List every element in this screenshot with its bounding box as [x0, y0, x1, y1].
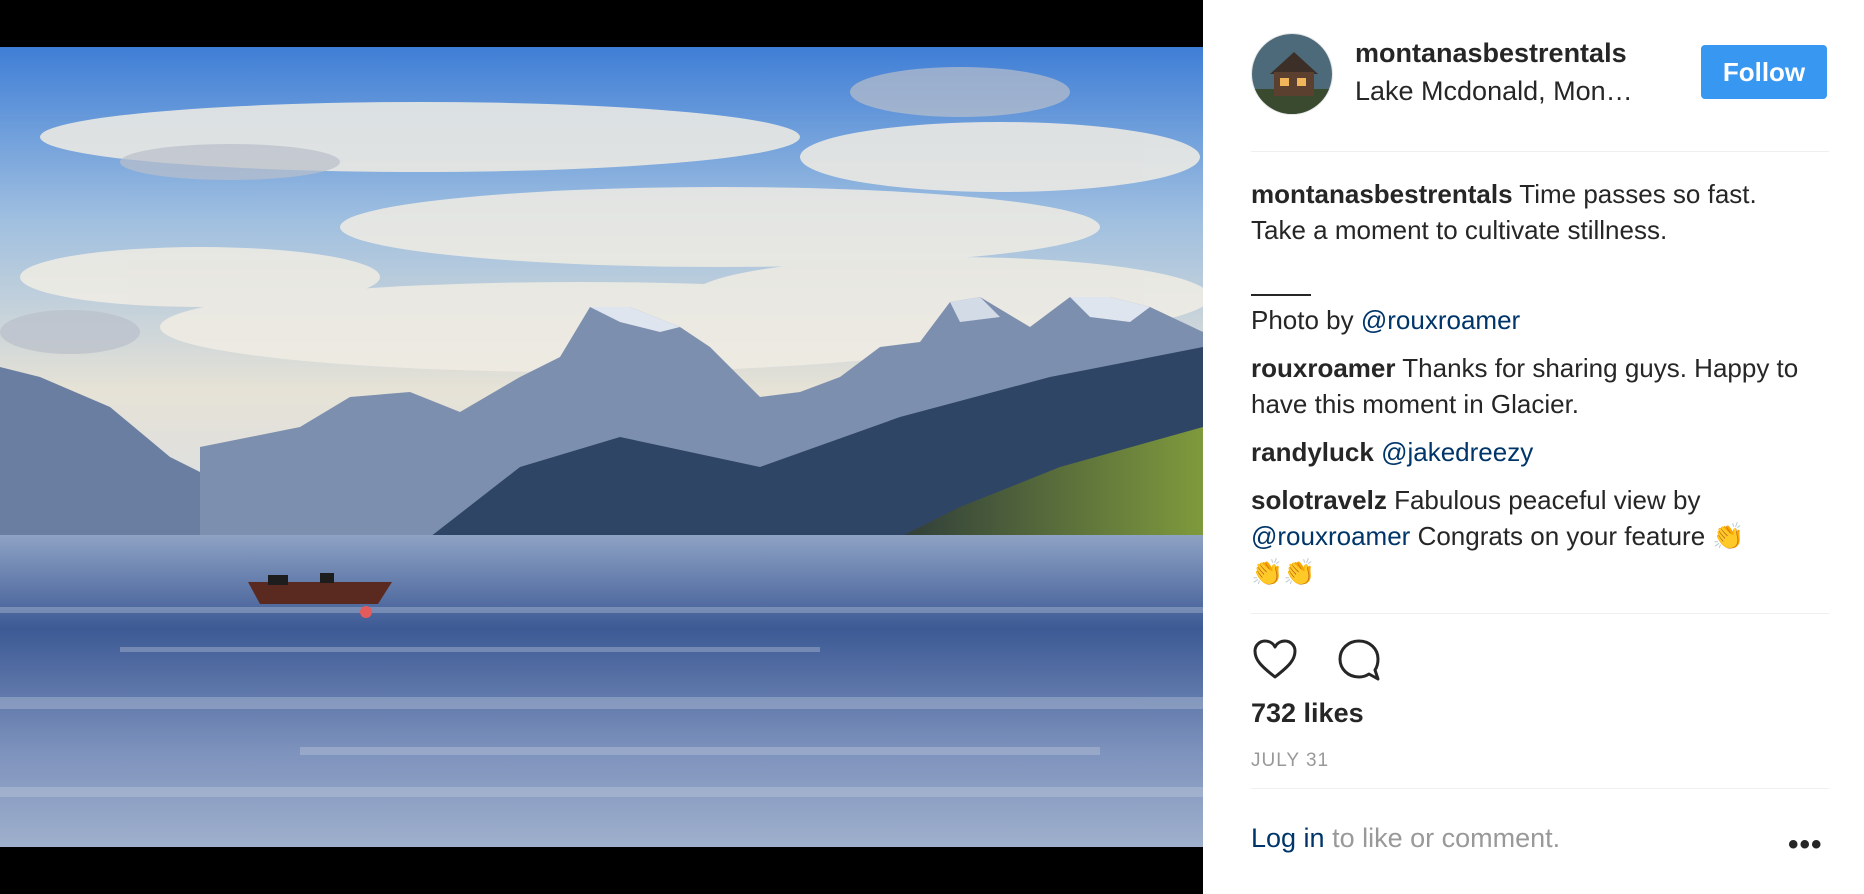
- location-link[interactable]: Lake Mcdonald, Mon…: [1355, 76, 1665, 107]
- post-details-panel: montanasbestrentals Lake Mcdonald, Mon… …: [1203, 0, 1864, 894]
- divider: [1251, 151, 1829, 152]
- comment-icon[interactable]: [1335, 636, 1383, 684]
- clap-emoji-pair: 👏👏: [1251, 557, 1316, 587]
- comment-mention[interactable]: @rouxroamer: [1251, 521, 1410, 551]
- avatar[interactable]: [1251, 33, 1333, 115]
- caption-text-line2: Take a moment to cultivate stillness.: [1251, 215, 1668, 245]
- divider: [1251, 613, 1829, 614]
- comment-item: solotravelz Fabulous peaceful view by @r…: [1251, 482, 1831, 590]
- post-photo[interactable]: [0, 0, 1203, 894]
- comment-username[interactable]: solotravelz: [1251, 485, 1387, 515]
- lake-mountain-photo: [0, 47, 1203, 847]
- avatar-image: [1252, 34, 1332, 114]
- comment-username[interactable]: rouxroamer: [1251, 353, 1396, 383]
- clap-emoji: 👏: [1712, 521, 1745, 551]
- follow-button[interactable]: Follow: [1701, 45, 1827, 99]
- caption-text-line1: Time passes so fast.: [1519, 179, 1757, 209]
- photo-credit: Photo by @rouxroamer: [1251, 302, 1831, 338]
- login-prompt: Log in to like or comment.: [1251, 823, 1560, 854]
- post-date: JULY 31: [1251, 750, 1330, 771]
- photo-credit-mention[interactable]: @rouxroamer: [1361, 305, 1520, 335]
- caption-username[interactable]: montanasbestrentals: [1251, 179, 1513, 209]
- more-options-button[interactable]: •••: [1788, 828, 1823, 862]
- heart-icon[interactable]: [1251, 636, 1299, 684]
- caption-separator-line: [1251, 294, 1311, 296]
- comment-item: randyluck @jakedreezy: [1251, 434, 1831, 470]
- comment-text-after: Congrats on your feature: [1417, 521, 1706, 551]
- comment-text: Fabulous peaceful view by: [1394, 485, 1701, 515]
- login-link[interactable]: Log in: [1251, 823, 1325, 853]
- comment-item: rouxroamer Thanks for sharing guys. Happ…: [1251, 350, 1831, 422]
- photo-credit-prefix: Photo by: [1251, 305, 1361, 335]
- header-username[interactable]: montanasbestrentals: [1355, 38, 1627, 69]
- instagram-post: montanasbestrentals Lake Mcdonald, Mon… …: [0, 0, 1864, 894]
- comment-mention[interactable]: @jakedreezy: [1381, 437, 1533, 467]
- login-suffix: to like or comment.: [1324, 823, 1561, 853]
- comment-username[interactable]: randyluck: [1251, 437, 1374, 467]
- likes-count[interactable]: 732 likes: [1251, 698, 1364, 729]
- comments-list: montanasbestrentals Time passes so fast.…: [1251, 176, 1831, 590]
- divider: [1251, 788, 1829, 789]
- caption: montanasbestrentals Time passes so fast.…: [1251, 176, 1831, 248]
